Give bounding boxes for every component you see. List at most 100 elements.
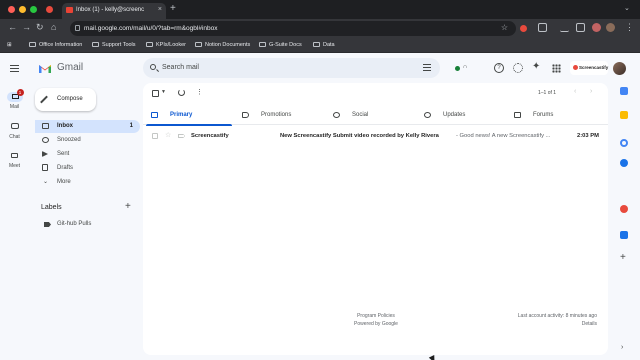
gmail-logo-icon[interactable] bbox=[38, 63, 52, 74]
tasks-icon[interactable] bbox=[620, 139, 628, 147]
search-icon[interactable] bbox=[150, 64, 156, 70]
close-window-button[interactable] bbox=[8, 6, 15, 13]
compose-button[interactable]: Compose bbox=[35, 88, 96, 111]
record-icon[interactable] bbox=[46, 6, 53, 13]
label-item-git-hub-pulls[interactable]: Git-hub Pulls bbox=[35, 218, 140, 231]
search-options-icon[interactable] bbox=[423, 64, 431, 71]
apps-grid-icon[interactable]: ⊞ bbox=[7, 42, 12, 48]
nav-item-more[interactable]: ⌄ More bbox=[35, 176, 140, 189]
tab-search-icon[interactable]: ⌄ bbox=[624, 4, 630, 12]
calendar-icon[interactable] bbox=[620, 87, 628, 95]
profile-extension-icon[interactable] bbox=[592, 23, 601, 32]
email-sender: Screencastify bbox=[191, 133, 229, 139]
bookmark-star-icon[interactable]: ☆ bbox=[501, 23, 508, 32]
avatar[interactable] bbox=[613, 62, 626, 75]
rail-item-meet[interactable]: Meet bbox=[4, 151, 25, 169]
status-indicator[interactable]: ∩ bbox=[453, 63, 477, 74]
tab-forums[interactable]: Forums bbox=[506, 106, 596, 125]
tab-title: Inbox (1) - kelly@screenc bbox=[76, 7, 145, 13]
google-apps-icon[interactable] bbox=[552, 64, 561, 73]
cast-icon[interactable] bbox=[576, 23, 585, 32]
new-tab-button[interactable]: + bbox=[170, 3, 176, 14]
rail-item-chat[interactable]: Chat bbox=[4, 122, 25, 140]
side-panel-toggle-icon[interactable]: › bbox=[621, 344, 623, 351]
table-row[interactable]: ☆ Screencastify New Screencastify Submit… bbox=[143, 130, 608, 144]
mouse-cursor-icon bbox=[428, 355, 438, 360]
meet-addon-icon[interactable] bbox=[620, 231, 628, 239]
mail-list-panel: ▼ ⋮ 1–1 of 1 ‹ › Primary Promotions Soci… bbox=[143, 83, 608, 355]
footer-links: Program Policies Powered by Google bbox=[346, 312, 406, 328]
people-icon bbox=[333, 112, 340, 118]
minimize-window-button[interactable] bbox=[19, 6, 26, 13]
main-menu-icon[interactable] bbox=[10, 65, 19, 72]
info-icon bbox=[424, 112, 431, 118]
folder-icon bbox=[195, 42, 202, 47]
rail-item-mail[interactable]: 1 Mail bbox=[4, 89, 25, 110]
select-all-checkbox[interactable] bbox=[152, 90, 159, 97]
nav-label-snoozed: Snoozed bbox=[57, 137, 81, 143]
browser-menu-icon[interactable]: ⋮ bbox=[625, 22, 634, 33]
site-info-icon[interactable] bbox=[75, 25, 80, 31]
clock-icon bbox=[42, 137, 49, 143]
bookmark-g-suite-docs[interactable]: G-Suite Docs bbox=[259, 42, 302, 48]
previous-page-icon[interactable]: ‹ bbox=[574, 88, 576, 95]
draft-icon bbox=[42, 164, 48, 171]
gemini-sparkle-icon[interactable]: ✦ bbox=[532, 61, 540, 72]
tab-updates[interactable]: Updates bbox=[416, 106, 506, 125]
add-label-button[interactable]: + bbox=[125, 201, 131, 212]
tab-primary[interactable]: Primary bbox=[143, 106, 233, 126]
screencastify-addon-icon[interactable] bbox=[620, 205, 628, 213]
nav-item-sent[interactable]: Sent bbox=[35, 148, 140, 161]
bookmark-notion-documents[interactable]: Notion Documents bbox=[195, 42, 250, 48]
important-marker-icon[interactable] bbox=[178, 134, 185, 138]
star-icon[interactable]: ☆ bbox=[165, 131, 171, 139]
chat-icon bbox=[10, 123, 19, 129]
nav-item-snoozed[interactable]: Snoozed bbox=[35, 134, 140, 147]
browser-tab-inbox[interactable]: Inbox (1) - kelly@screenc × bbox=[62, 3, 166, 19]
profile-avatar-icon[interactable] bbox=[606, 23, 615, 32]
row-checkbox[interactable] bbox=[152, 133, 158, 139]
tab-promotions[interactable]: Promotions bbox=[234, 106, 324, 125]
details-link[interactable]: Details bbox=[493, 320, 597, 328]
close-tab-icon[interactable]: × bbox=[158, 6, 162, 13]
inbox-icon bbox=[42, 123, 49, 129]
next-page-icon[interactable]: › bbox=[590, 88, 592, 95]
bookmark-kpis-looker[interactable]: KPIs/Looker bbox=[146, 42, 186, 48]
inbox-count: 1 bbox=[129, 123, 133, 129]
get-addons-icon[interactable]: + bbox=[620, 252, 626, 263]
home-button[interactable]: ⌂ bbox=[51, 22, 56, 32]
select-dropdown-icon[interactable]: ▼ bbox=[161, 89, 166, 95]
extension-puzzle-icon[interactable] bbox=[538, 23, 547, 32]
account-activity: Last account activity: 8 minutes ago Det… bbox=[493, 312, 597, 328]
program-policies-link[interactable]: Program Policies bbox=[346, 312, 406, 320]
nav-item-inbox[interactable]: Inbox 1 bbox=[35, 120, 140, 133]
account-brand-badge[interactable]: Screencastify bbox=[570, 61, 608, 75]
forward-button[interactable]: → bbox=[22, 22, 31, 32]
unread-badge: 1 bbox=[16, 89, 24, 96]
download-icon[interactable] bbox=[560, 23, 569, 32]
back-button[interactable]: ← bbox=[8, 22, 17, 32]
browser-tabstrip: Inbox (1) - kelly@screenc × + ⌄ bbox=[0, 0, 640, 19]
nav-label-inbox: Inbox bbox=[57, 123, 73, 129]
inbox-icon bbox=[151, 112, 158, 118]
bookmark-data[interactable]: Data bbox=[313, 42, 335, 48]
tab-social[interactable]: Social bbox=[325, 106, 415, 125]
email-subject: New Screencastify Submit video recorded … bbox=[280, 133, 439, 139]
nav-item-drafts[interactable]: Drafts bbox=[35, 162, 140, 175]
address-bar[interactable]: mail.google.com/mail/u/0/?tab=rm&ogbl#in… bbox=[70, 21, 516, 36]
more-options-icon[interactable]: ⋮ bbox=[196, 88, 203, 96]
support-icon[interactable]: ? bbox=[494, 63, 504, 73]
active-status-dot-icon bbox=[455, 66, 460, 71]
bookmark-support-tools[interactable]: Support Tools bbox=[92, 42, 136, 48]
contacts-icon[interactable] bbox=[620, 159, 628, 167]
keep-icon[interactable] bbox=[620, 111, 628, 119]
extension-screencastify-icon[interactable] bbox=[520, 25, 527, 32]
search-input[interactable]: Search mail bbox=[143, 58, 440, 78]
maximize-window-button[interactable] bbox=[30, 6, 37, 13]
refresh-icon[interactable] bbox=[178, 89, 185, 96]
reload-button[interactable]: ↻ bbox=[36, 22, 44, 33]
bookmark-office-information[interactable]: Office Information bbox=[29, 42, 82, 48]
email-snippet: - Good news! A new Screencastify ... bbox=[456, 133, 551, 139]
label-name: Git-hub Pulls bbox=[57, 221, 92, 227]
settings-gear-icon[interactable] bbox=[513, 63, 523, 73]
